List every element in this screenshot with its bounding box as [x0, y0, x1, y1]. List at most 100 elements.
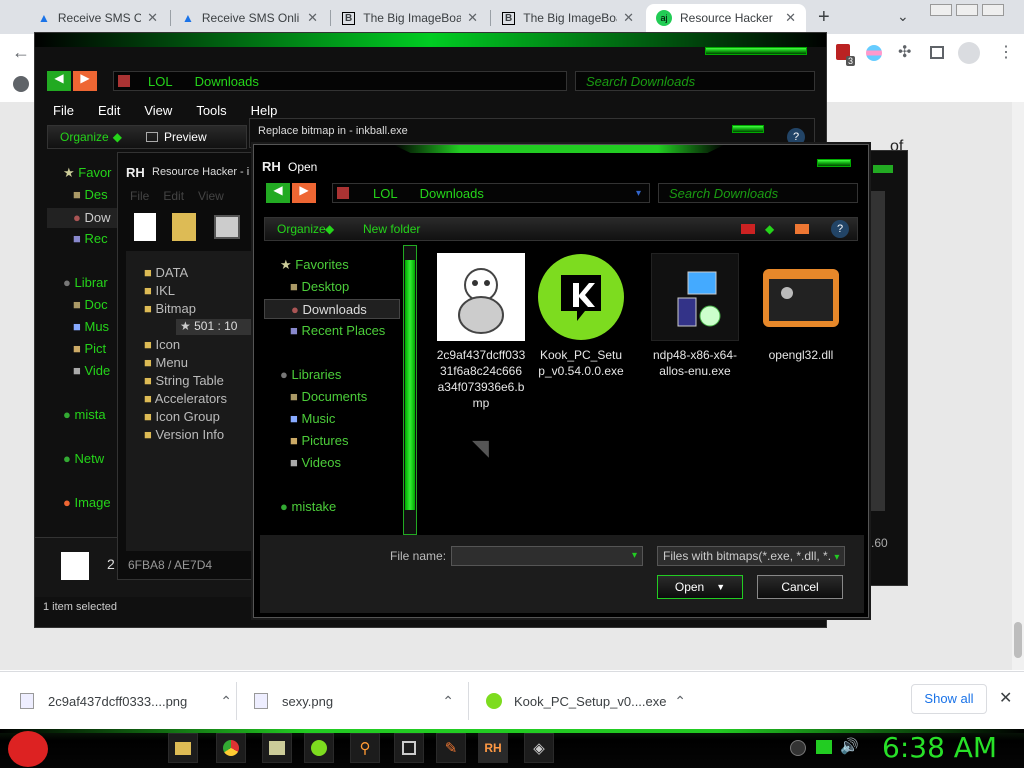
tree-item-icon[interactable]: ■ Icon	[144, 337, 180, 352]
chevron-down-icon[interactable]: ⌄	[897, 8, 909, 25]
download-item-3[interactable]: Kook_PC_Setup_v0....exe ⌃	[486, 672, 686, 730]
back-arrow-icon[interactable]: ←	[12, 42, 30, 63]
search-input[interactable]: Search Downloads	[658, 183, 858, 203]
nav-documents[interactable]: ■ Doc	[73, 297, 108, 312]
sidepanel-icon[interactable]	[930, 46, 944, 59]
scrollbar[interactable]	[871, 191, 885, 511]
search-icon[interactable]: ⚲	[350, 733, 380, 763]
nav-favorites[interactable]: ★ Favor	[63, 165, 112, 181]
browser-tab-4[interactable]: B The Big ImageBoa ✕	[492, 4, 644, 32]
tree-item-accelerators[interactable]: ■ Accelerators	[144, 391, 227, 406]
download-item-2[interactable]: sexy.png ⌃	[254, 672, 454, 730]
nav-libraries[interactable]: ● Libraries	[280, 367, 341, 382]
menu-view[interactable]: View	[198, 189, 224, 203]
file-type-select[interactable]: Files with bitmaps(*.exe, *.dll, *. ▾	[657, 546, 845, 566]
nav-libraries[interactable]: ● Librar	[63, 275, 108, 290]
address-part[interactable]: Downloads	[420, 186, 484, 201]
nav-pictures[interactable]: ■ Pict	[73, 341, 106, 356]
window-controls-bar[interactable]	[732, 125, 764, 133]
address-part[interactable]: LOL	[373, 186, 398, 201]
close-icon[interactable]: ✕	[307, 10, 318, 26]
puzzle-icon[interactable]: ✣	[898, 42, 911, 62]
address-bar[interactable]: LOL Downloads	[113, 71, 567, 91]
nav-recent[interactable]: ■ Rec	[73, 231, 108, 246]
paint-icon[interactable]	[262, 733, 292, 763]
organize-button[interactable]: Organize	[277, 222, 326, 236]
nav-mistake[interactable]: ● mistake	[280, 499, 336, 514]
nav-image[interactable]: ● Image	[63, 495, 111, 510]
nav-videos[interactable]: ■ Videos	[290, 455, 341, 470]
nav-desktop[interactable]: ■ Des	[73, 187, 108, 202]
tree-item-icon-group[interactable]: ■ Icon Group	[144, 409, 220, 424]
chevron-up-icon[interactable]: ⌃	[674, 693, 686, 710]
nav-mistake[interactable]: ● mista	[63, 407, 106, 422]
nav-network[interactable]: ● Netw	[63, 451, 104, 466]
forward-button[interactable]: ▶	[73, 71, 97, 91]
chevron-up-icon[interactable]: ⌃	[220, 693, 232, 710]
menu-edit[interactable]: Edit	[98, 103, 120, 118]
taskbar-clock[interactable]: 6:38 AM	[882, 731, 997, 764]
page-scrollbar[interactable]	[1012, 102, 1024, 670]
chevron-up-icon[interactable]: ⌃	[442, 693, 454, 710]
menu-tools[interactable]: Tools	[196, 103, 226, 118]
close-icon[interactable]: ✕	[785, 10, 796, 26]
menu-view[interactable]: View	[144, 103, 172, 118]
open-button[interactable]: Open ▼	[657, 575, 743, 599]
game-icon[interactable]: ◈	[524, 733, 554, 763]
browser-tab-1[interactable]: ▲ Receive SMS Onli ✕	[28, 4, 168, 32]
avatar[interactable]	[958, 42, 980, 64]
tree-item-data[interactable]: ■ DATA	[144, 265, 188, 280]
nav-music[interactable]: ■ Music	[290, 411, 335, 426]
close-icon[interactable]: ✕	[623, 10, 634, 26]
chrome-icon[interactable]	[216, 733, 246, 763]
preview-pane-icon[interactable]	[795, 224, 809, 234]
search-input[interactable]: Search Downloads	[575, 71, 815, 91]
chevron-down-icon[interactable]: ▾	[632, 550, 637, 561]
kook-logo-icon[interactable]	[304, 733, 334, 763]
close-icon[interactable]: ✕	[467, 10, 478, 26]
new-file-icon[interactable]	[134, 213, 156, 241]
menu-file[interactable]: File	[53, 103, 74, 118]
volume-icon[interactable]: 🔊	[840, 737, 859, 755]
close-icon[interactable]: ✕	[147, 10, 158, 26]
organize-button[interactable]: Organize	[60, 130, 109, 144]
show-all-button[interactable]: Show all	[911, 684, 987, 714]
cancel-button[interactable]: Cancel	[757, 575, 843, 599]
menu-edit[interactable]: Edit	[163, 189, 184, 203]
menu-dots-icon[interactable]: ⋮	[998, 42, 1014, 62]
browser-tab-active[interactable]: aj Resource Hacker ✕	[646, 4, 806, 32]
file-item-bmp[interactable]: 2c9af437dcff033 31f6a8c24c666 a34f073936…	[432, 253, 530, 411]
new-tab-button[interactable]: +	[818, 6, 830, 29]
maximize-button[interactable]	[956, 4, 978, 16]
nav-scrollbar[interactable]	[403, 245, 417, 535]
nav-favorites[interactable]: ★ Favorites	[280, 257, 349, 273]
close-window-button[interactable]	[982, 4, 1004, 16]
file-item-ndp[interactable]: ndp48-x86-x64- allos-enu.exe	[646, 253, 744, 379]
tree-item-bitmap[interactable]: ■ Bitmap	[144, 301, 196, 316]
menu-file[interactable]: File	[130, 189, 149, 203]
file-item-kook[interactable]: Kook_PC_Setu p_v0.54.0.0.exe	[532, 253, 630, 379]
nav-documents[interactable]: ■ Documents	[290, 389, 367, 404]
start-button[interactable]	[8, 731, 48, 767]
filename-input[interactable]	[451, 546, 643, 566]
nav-downloads[interactable]: ● Downloads	[264, 299, 400, 319]
nav-music[interactable]: ■ Mus	[73, 319, 109, 334]
help-icon[interactable]: ?	[831, 220, 849, 238]
tree-item-menu[interactable]: ■ Menu	[144, 355, 188, 370]
address-part[interactable]: Downloads	[195, 74, 259, 89]
address-part[interactable]: LOL	[148, 74, 173, 89]
browser-tab-3[interactable]: B The Big ImageBoa ✕	[332, 4, 488, 32]
address-bar[interactable]: LOL Downloads ▾	[332, 183, 650, 203]
minimize-button[interactable]	[930, 4, 952, 16]
open-folder-icon[interactable]	[172, 213, 196, 241]
folder-icon[interactable]	[168, 733, 198, 763]
back-button[interactable]: ◀	[266, 183, 290, 203]
nav-desktop[interactable]: ■ Desktop	[290, 279, 349, 294]
tree-item-ikl[interactable]: ■ IKL	[144, 283, 175, 298]
brush-icon[interactable]: ✎	[436, 733, 466, 763]
nav-pictures[interactable]: ■ Pictures	[290, 433, 348, 448]
save-icon[interactable]	[214, 215, 240, 239]
tree-item-version-info[interactable]: ■ Version Info	[144, 427, 224, 442]
network-icon[interactable]	[394, 733, 424, 763]
tree-item-501[interactable]: ★ 501 : 10	[176, 319, 256, 335]
